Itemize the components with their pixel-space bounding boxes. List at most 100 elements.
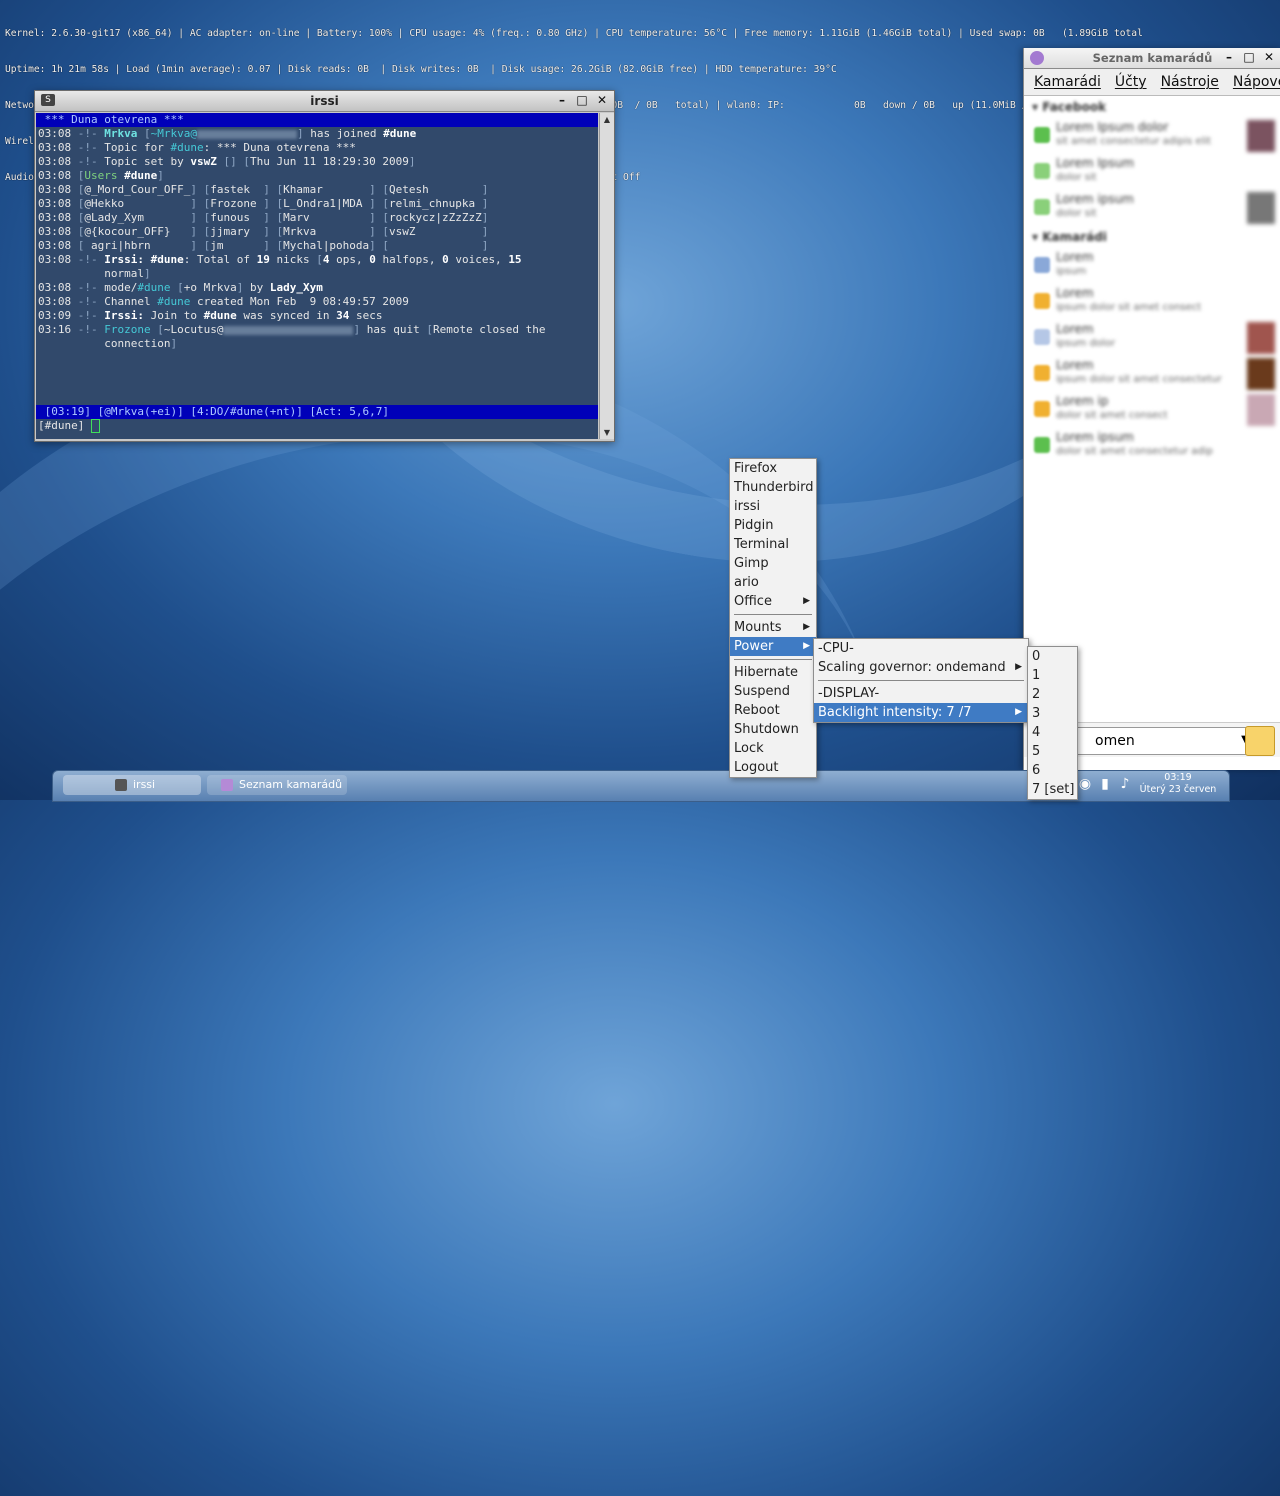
chat-line: 03:08 [Users #dune] [38,169,164,182]
battery-icon[interactable]: ▮ [1097,775,1113,793]
menu-item-firefox[interactable]: Firefox [730,459,816,478]
minimize-icon[interactable]: – [1221,50,1237,65]
chat-line: 03:08 -!- Topic set by vswZ [] [Thu Jun … [38,155,416,168]
redacted-host [196,129,297,139]
irssi-input[interactable]: [#dune] [36,419,598,433]
buddy-item[interactable]: Lorem Ipsum dolor sit [1024,154,1280,190]
menu-header-cpu: -CPU- [818,641,854,656]
menu-napoveda[interactable]: Nápově [1233,69,1280,95]
network-icon[interactable]: ◉ [1077,775,1093,793]
chat-line: 03:08 -!- Irssi: #dune: Total of 19 nick… [38,253,522,266]
close-icon[interactable]: ✕ [594,93,610,108]
backlight-level-4[interactable]: 4 [1028,723,1077,742]
menu-item-lock[interactable]: Lock [730,739,816,758]
buddy-icon-button[interactable] [1245,726,1275,756]
maximize-icon[interactable]: □ [574,93,590,108]
nick-list-row: 03:08 [@Lady_Xym ] [funous ] [Marv ] [ro… [38,211,496,224]
backlight-level-0[interactable]: 0 [1028,647,1077,666]
task-irssi[interactable]: irssi [63,775,201,795]
chevron-right-icon: ▶ [803,641,810,651]
menu-item-ario[interactable]: ario [730,573,816,592]
nick-entry: @_Mord_Cour_OFF_ [84,183,191,196]
status-icon [1034,163,1050,179]
status-icon [1034,257,1050,273]
group-header[interactable]: ▾ Facebook [1024,96,1280,118]
window-titlebar[interactable]: S irssi – □ ✕ [35,91,614,112]
menu-nastroje[interactable]: Nástroje [1161,69,1219,95]
menu-item-thunderbird[interactable]: Thunderbird [730,478,816,497]
menu-item-shutdown[interactable]: Shutdown [730,720,816,739]
menu-bar: Kamarádi Účty Nástroje Nápově [1024,69,1280,96]
buddy-item[interactable]: Lorem ipsum dolor [1024,320,1280,356]
nick-entry: L_Ondra1|MDA [283,197,370,210]
nick-list-row: 03:08 [@Hekko ] [Frozone ] [L_Ondra1|MDA… [38,197,496,210]
scrollbar[interactable]: ▲ ▼ [599,113,614,439]
menu-item-gimp[interactable]: Gimp [730,554,816,573]
topic-bar: *** Duna otevrena *** [36,113,598,127]
close-icon[interactable]: ✕ [1261,50,1277,65]
status-icon [1034,329,1050,345]
maximize-icon[interactable]: □ [1241,50,1257,65]
menu-item-terminal[interactable]: Terminal [730,535,816,554]
avatar [1247,394,1275,426]
scroll-up-icon[interactable]: ▲ [600,113,614,126]
chevron-right-icon: ▶ [1015,707,1022,717]
chat-line: 03:16 -!- Frozone [~Locutus@] has quit [… [38,323,546,336]
irssi-status-bar: [03:19] [@Mrkva(+ei)] [4:DO/#dune(+nt)] … [36,405,598,419]
backlight-level-3[interactable]: 3 [1028,704,1077,723]
buddy-item[interactable]: Lorem ipsum dolor sit amet consectetur [1024,356,1280,392]
nick-entry: vswZ [389,225,482,238]
buddy-item[interactable]: Lorem Ipsum dolor sit amet consectetur ad… [1024,118,1280,154]
backlight-level-2[interactable]: 2 [1028,685,1077,704]
menu-item-backlight[interactable]: Backlight intensity: 7 /7 ▶ [814,703,1028,722]
menu-header-display: -DISPLAY- [818,686,880,701]
nick-entry: jjmary [210,225,264,238]
buddy-item[interactable]: Lorem ipsum dolor sit amet consect [1024,284,1280,320]
backlight-level-1[interactable]: 1 [1028,666,1077,685]
menu-item-suspend[interactable]: Suspend [730,682,816,701]
group-header[interactable]: ▾ Kamarádi [1024,226,1280,248]
nick-entry [389,239,482,252]
menu-item-office[interactable]: Office ▶ [730,592,816,611]
backlight-level-7[interactable]: 7 [set] [1028,780,1077,799]
irssi-window[interactable]: S irssi – □ ✕ *** Duna otevrena *** 03:0… [34,90,615,442]
buddy-item[interactable]: Lorem ipsum dolor sit amet consectetur ad… [1024,428,1280,464]
pidgin-icon [221,779,233,791]
backlight-level-5[interactable]: 5 [1028,742,1077,761]
buddy-list: ▾ Facebook Lorem Ipsum dolor sit amet con… [1024,96,1280,464]
menu-kamaradi[interactable]: Kamarádi [1034,69,1101,95]
menu-item-hibernate[interactable]: Hibernate [730,663,816,682]
menu-ucty[interactable]: Účty [1115,69,1147,95]
window-titlebar[interactable]: Seznam kamarádů – □ ✕ [1024,48,1280,69]
buddy-item[interactable]: Lorem ipsum [1024,248,1280,284]
menu-item-power[interactable]: Power ▶ [730,637,816,656]
menu-separator [818,680,1024,681]
terminal-output[interactable]: *** Duna otevrena *** 03:08 -!- Mrkva [~… [36,113,598,439]
menu-item-logout[interactable]: Logout [730,758,816,777]
input-prompt: [#dune] [38,419,91,432]
nick-entry: Frozone [210,197,264,210]
volume-icon[interactable]: ♪ [1117,775,1133,793]
menu-item-irssi[interactable]: irssi [730,497,816,516]
menu-item-governor[interactable]: Scaling governor: ondemand ▶ [814,658,1028,677]
task-pidgin[interactable]: Seznam kamarádů [207,775,347,795]
buddy-item[interactable]: Lorem ip dolor sit amet consect [1024,392,1280,428]
nick-list-row: 03:08 [@{kocour_OFF} ] [jjmary ] [Mrkva … [38,225,496,238]
backlight-level-6[interactable]: 6 [1028,761,1077,780]
menu-item-reboot[interactable]: Reboot [730,701,816,720]
status-icon [1034,365,1050,381]
clock[interactable]: 03:19 Úterý 23 červen [1133,772,1223,796]
nick-entry: rockycz|zZzZzZ [389,211,482,224]
conky-line: Uptime: 1h 21m 58s | Load (1min average)… [5,64,837,75]
minimize-icon[interactable]: – [554,93,570,108]
status-value: omen [1095,733,1135,749]
scroll-down-icon[interactable]: ▼ [600,426,614,439]
status-icon [1034,127,1050,143]
buddy-item[interactable]: Lorem ipsum dolor sit [1024,190,1280,226]
menu-item-mounts[interactable]: Mounts ▶ [730,618,816,637]
system-tray: ◉ ▮ ♪ [1077,775,1133,793]
status-selector[interactable]: omen [1074,727,1256,755]
menu-item-pidgin[interactable]: Pidgin [730,516,816,535]
window-title: irssi [310,94,339,108]
nick-entry: @Lady_Xym [84,211,191,224]
